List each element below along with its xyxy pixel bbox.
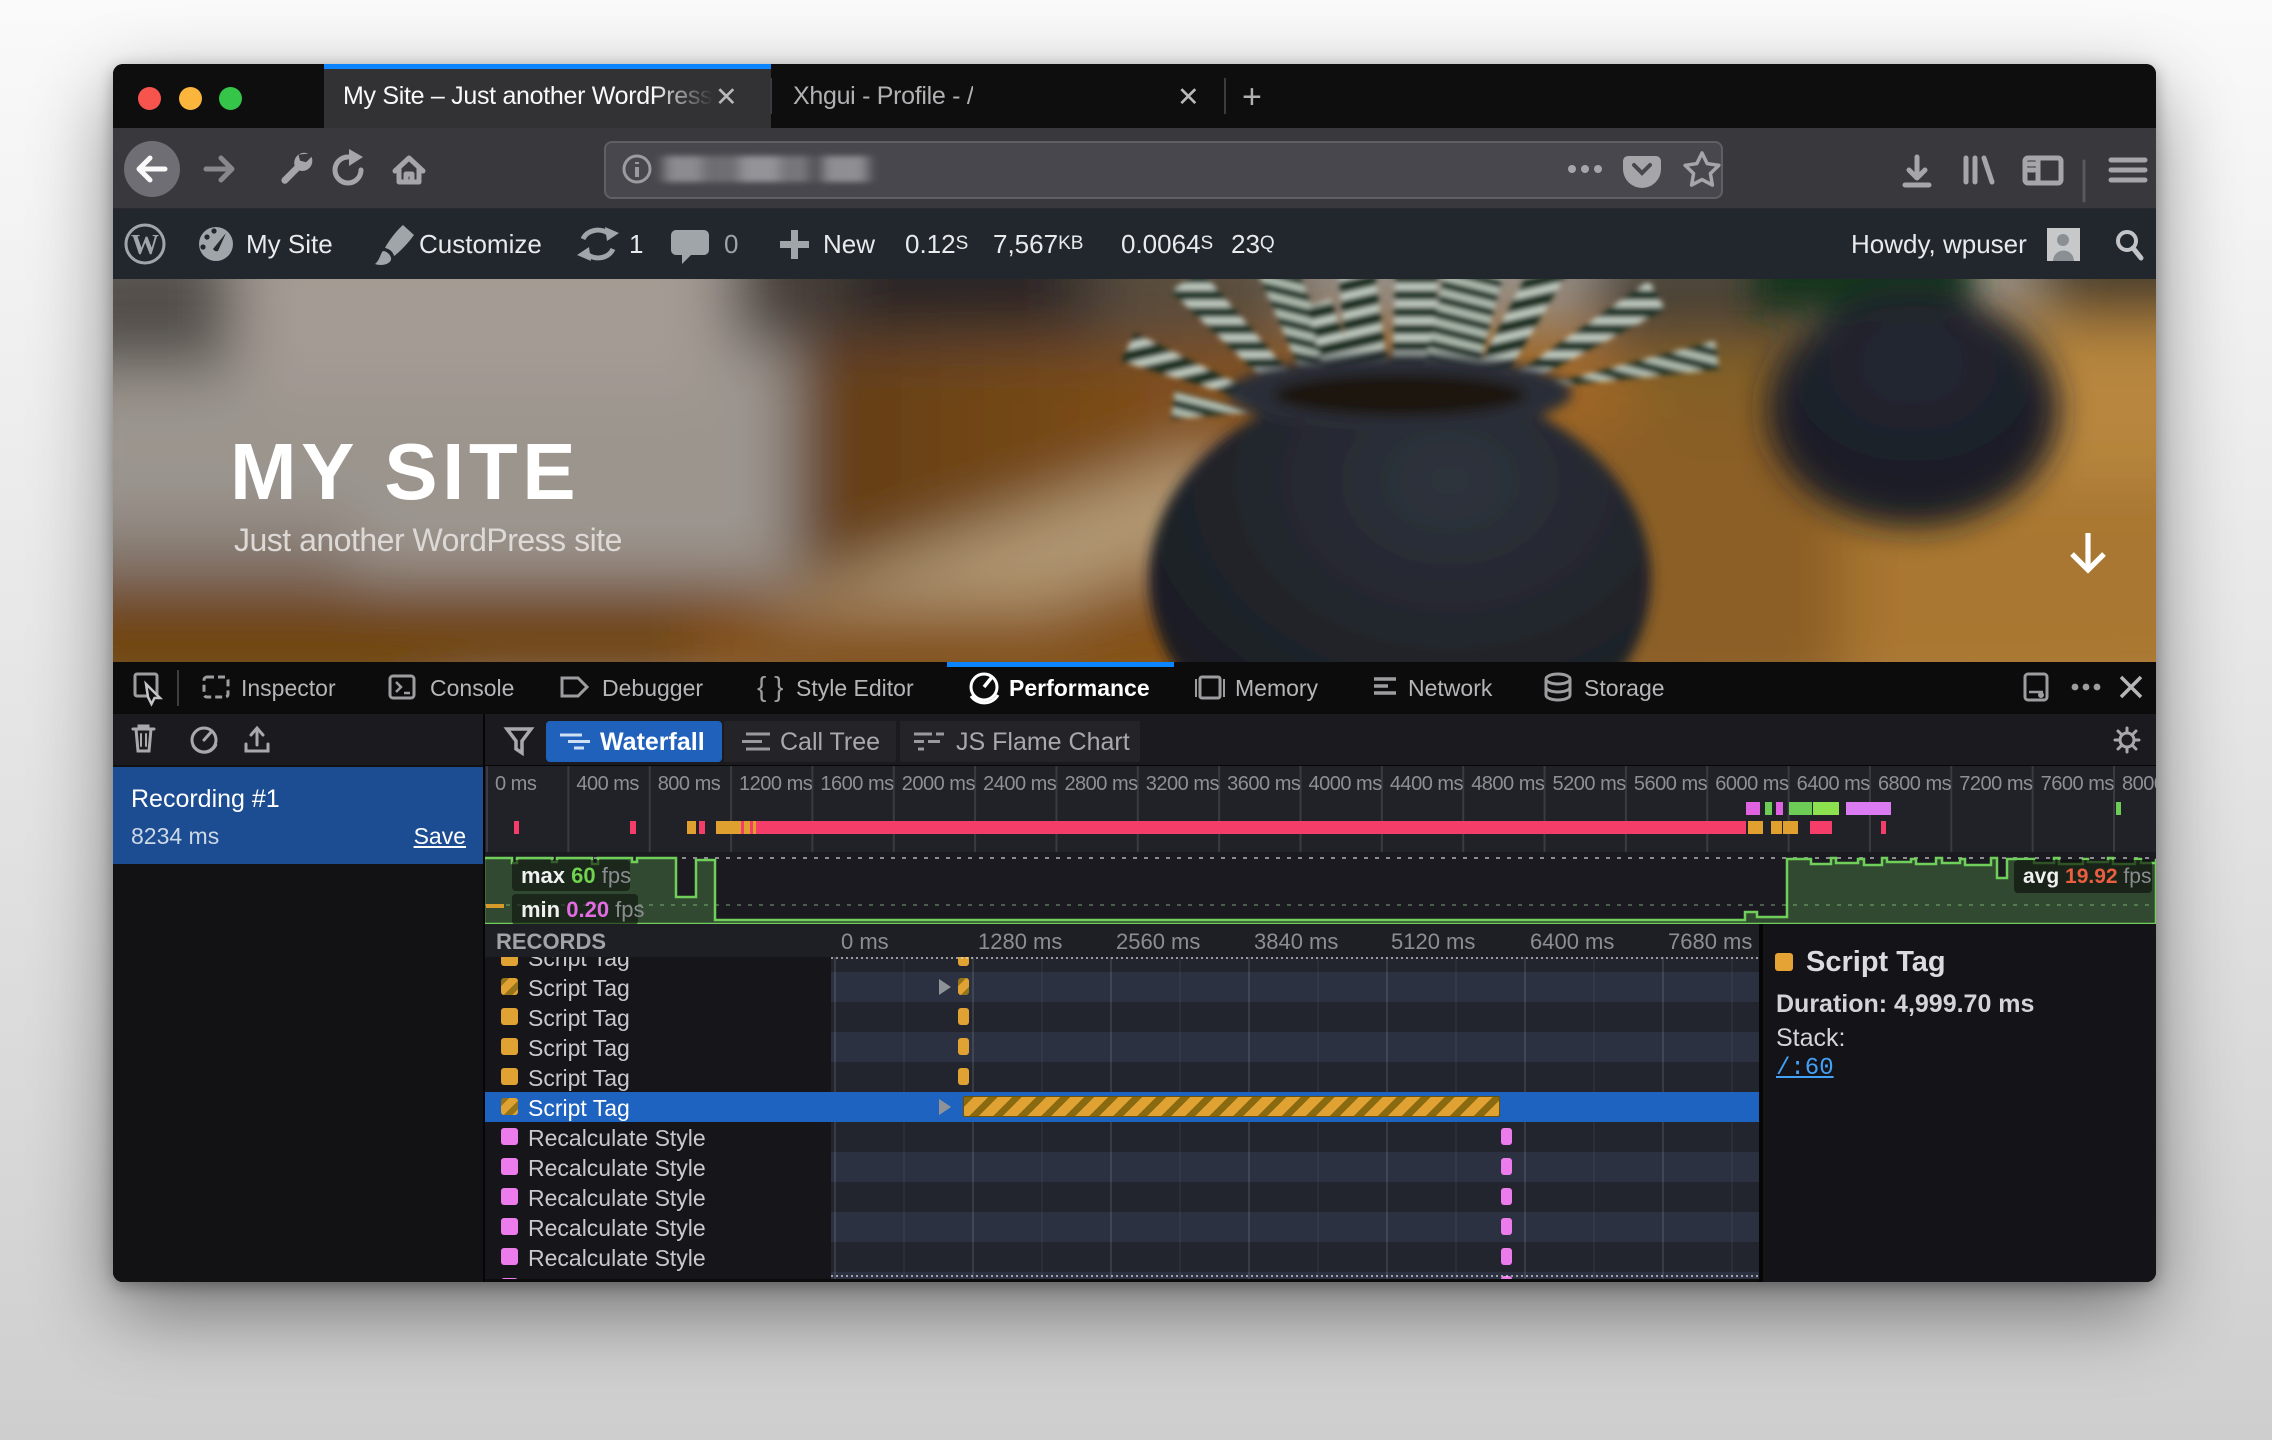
svg-text:1600 ms: 1600 ms xyxy=(820,773,894,795)
svg-text:4800 ms: 4800 ms xyxy=(1471,773,1545,795)
svg-text:7600 ms: 7600 ms xyxy=(2041,773,2115,795)
svg-text:3200 ms: 3200 ms xyxy=(1146,773,1220,795)
svg-text:8000: 8000 xyxy=(2122,773,2156,795)
svg-text:avg 19.92 fps: avg 19.92 fps xyxy=(2023,865,2151,888)
svg-text:0 ms: 0 ms xyxy=(495,773,537,795)
svg-text:2400 ms: 2400 ms xyxy=(983,773,1057,795)
svg-text:7200 ms: 7200 ms xyxy=(1959,773,2033,795)
svg-text:3600 ms: 3600 ms xyxy=(1227,773,1301,795)
svg-text:1200 ms: 1200 ms xyxy=(739,773,813,795)
svg-text:4000 ms: 4000 ms xyxy=(1309,773,1383,795)
svg-text:5200 ms: 5200 ms xyxy=(1553,773,1627,795)
svg-text:2800 ms: 2800 ms xyxy=(1064,773,1138,795)
svg-text:4400 ms: 4400 ms xyxy=(1390,773,1464,795)
svg-text:800 ms: 800 ms xyxy=(658,773,721,795)
svg-text:{ }: { } xyxy=(757,671,783,702)
svg-text:6000 ms: 6000 ms xyxy=(1715,773,1789,795)
svg-text:2000 ms: 2000 ms xyxy=(902,773,976,795)
svg-text:min 0.20 fps: min 0.20 fps xyxy=(521,897,645,922)
svg-text:6800 ms: 6800 ms xyxy=(1878,773,1952,795)
svg-text:W: W xyxy=(131,230,159,261)
svg-text:6400 ms: 6400 ms xyxy=(1797,773,1871,795)
svg-text:400 ms: 400 ms xyxy=(576,773,639,795)
svg-text:5600 ms: 5600 ms xyxy=(1634,773,1708,795)
svg-text:max 60 fps: max 60 fps xyxy=(521,863,631,888)
